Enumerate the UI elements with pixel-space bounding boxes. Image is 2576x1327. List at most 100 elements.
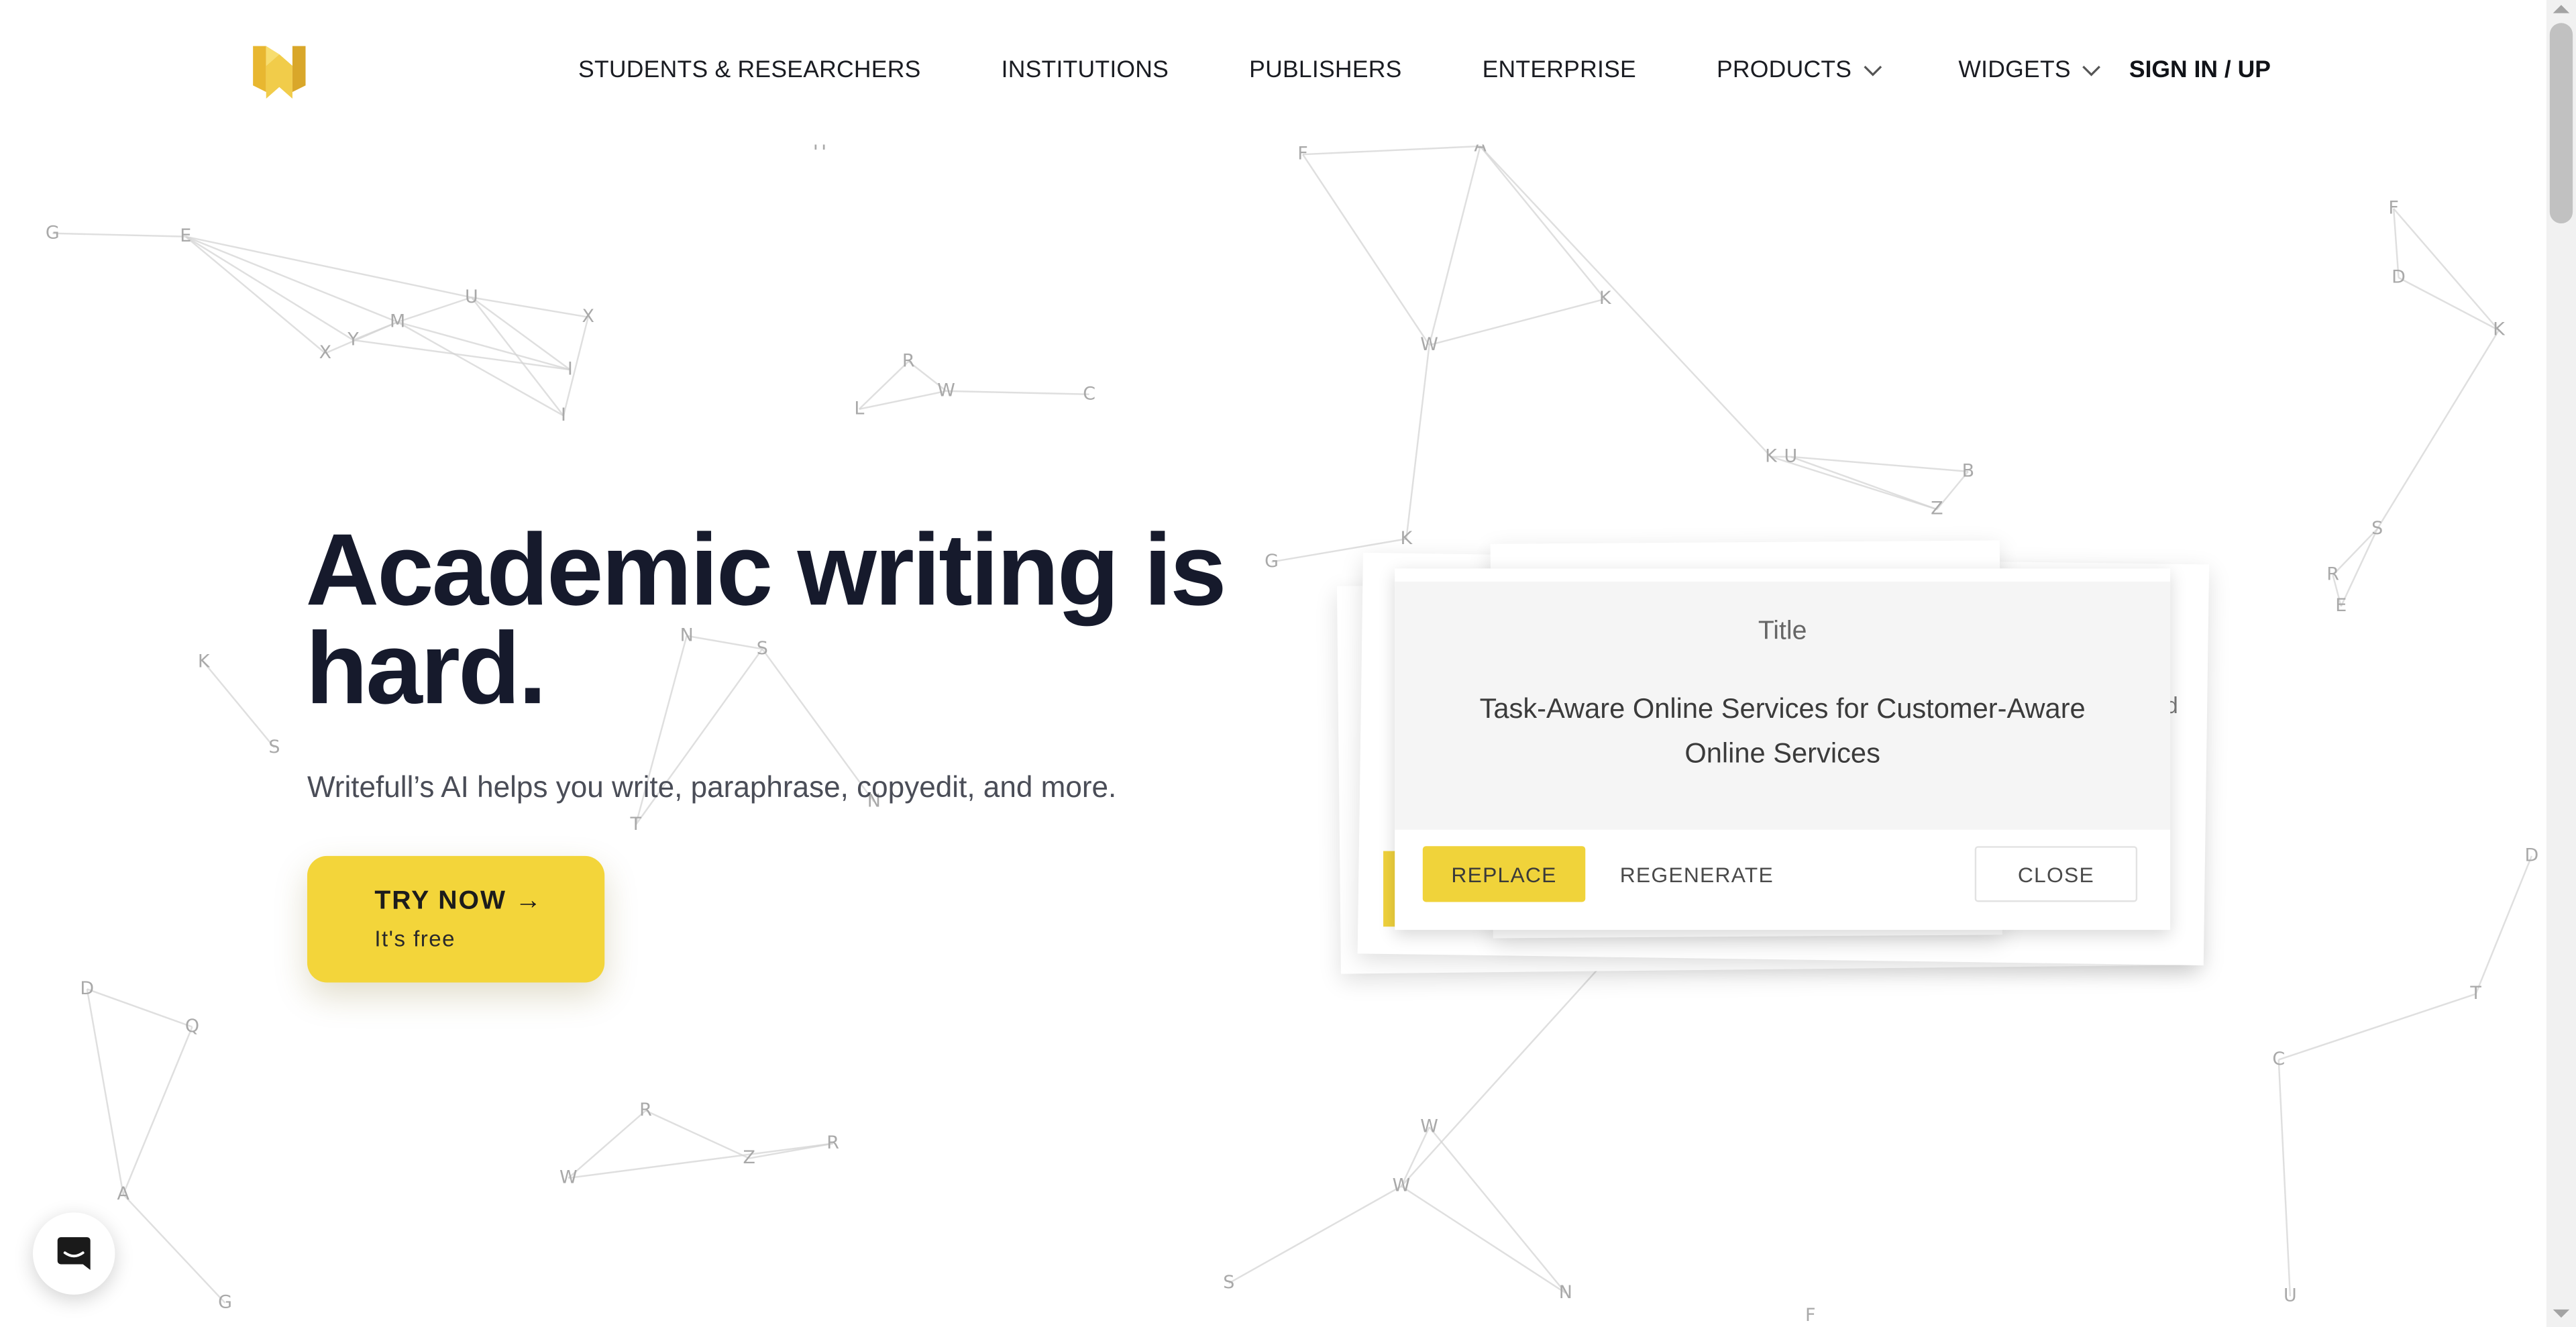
network-edge — [184, 235, 326, 354]
network-node-letter: B — [1962, 460, 1974, 481]
network-edge — [2277, 1059, 2292, 1297]
chat-bubble-icon — [57, 1237, 91, 1271]
hero-title: Academic writing is hard. — [306, 520, 1258, 721]
demo-card: Title Task-Aware Online Services for Cus… — [1395, 568, 2171, 931]
network-edge — [397, 321, 571, 371]
network-edge — [185, 235, 354, 341]
network-edge — [568, 1143, 833, 1179]
sign-in-link[interactable]: SIGN IN / UP — [2129, 58, 2271, 84]
header: STUDENTS & RESEARCHERS INSTITUTIONS PUBL… — [0, 0, 2546, 145]
network-edge — [2475, 855, 2533, 995]
network-node-letter: T — [630, 814, 642, 835]
network-edge — [1228, 1185, 1402, 1284]
stage: GEXYMUXIIRLWCFAKWKUBZFDKSREGKKSNSNTDQAGR… — [0, 0, 2576, 1327]
network-node-letter: X — [582, 306, 594, 327]
network-node-letter: D — [80, 978, 94, 999]
network-edge — [87, 988, 193, 1028]
network-edge — [2376, 329, 2500, 530]
network-node-letter: W — [1420, 1116, 1438, 1137]
network-node-letter: L — [854, 398, 864, 419]
regenerate-button[interactable]: REGENERATE — [1620, 846, 1774, 902]
network-edge — [86, 989, 124, 1195]
network-node-letter: F — [1805, 1305, 1816, 1326]
hero-subtitle: Writefull’s AI helps you write, paraphra… — [307, 770, 1117, 804]
network-edge — [1790, 456, 1937, 511]
network-edge — [568, 1110, 647, 1179]
network-edge — [645, 1110, 750, 1159]
network-node-letter: W — [1420, 334, 1438, 355]
network-edge — [2393, 208, 2500, 331]
nav-item-students-researchers[interactable]: STUDENTS & RESEARCHERS — [578, 58, 921, 84]
nav-item-label: WIDGETS — [1958, 57, 2071, 84]
network-edge — [2278, 993, 2477, 1061]
try-now-sublabel: It's free — [374, 926, 455, 951]
network-edge — [52, 232, 186, 237]
network-node-letter: G — [46, 222, 60, 243]
network-node-letter: W — [559, 1167, 578, 1187]
network-node-letter: S — [268, 737, 280, 757]
scroll-thumb[interactable] — [2549, 23, 2573, 224]
network-node-letter: I — [568, 359, 573, 380]
network-node-letter: N — [1559, 1282, 1572, 1303]
network-node-letter: S — [2371, 518, 2383, 539]
nav-item-enterprise[interactable]: ENTERPRISE — [1483, 58, 1636, 84]
network-node-letter: D — [2525, 845, 2539, 865]
network-node-letter: U — [1784, 445, 1798, 466]
network-node-letter: I — [561, 405, 566, 425]
network-node-letter: C — [2272, 1049, 2285, 1069]
writefull-w-logo-icon[interactable] — [250, 43, 309, 102]
close-button[interactable]: CLOSE — [1974, 846, 2138, 902]
nav-item-label: INSTITUTIONS — [1001, 57, 1169, 84]
nav-item-products[interactable]: PRODUCTS — [1717, 58, 1883, 84]
hero-title-line-2: hard. — [305, 613, 547, 727]
network-node-letter: U — [2284, 1285, 2297, 1306]
network-edge — [1428, 1126, 1566, 1294]
network-node-letter: R — [2326, 564, 2339, 585]
network-edge — [471, 297, 588, 318]
network-node-letter: E — [2335, 595, 2347, 616]
nav-item-institutions[interactable]: INSTITUTIONS — [1002, 58, 1169, 84]
network-node-letter: C — [1083, 383, 1095, 404]
network-edge — [946, 390, 1089, 395]
chevron-down-icon — [2083, 66, 2102, 76]
network-node-letter: S — [1223, 1272, 1234, 1293]
network-edge — [397, 321, 564, 417]
nav-item-label: STUDENTS & RESEARCHERS — [578, 57, 921, 84]
chat-widget-button[interactable] — [32, 1212, 115, 1295]
network-edge — [1401, 960, 1606, 1187]
nav-item-widgets[interactable]: WIDGETS — [1958, 58, 2102, 84]
network-node-letter: Z — [1931, 498, 1943, 519]
network-node-letter: E — [180, 225, 191, 246]
try-now-button[interactable]: TRY NOW → It's free — [307, 855, 605, 983]
page-scrollbar[interactable] — [2546, 0, 2576, 1327]
network-node-letter: K — [1400, 528, 1413, 549]
network-edge — [122, 1026, 193, 1195]
network-node-letter: W — [937, 380, 955, 401]
network-edge — [203, 661, 275, 749]
scroll-up-arrow-icon[interactable] — [2553, 5, 2570, 13]
demo-card-label: Title — [1758, 617, 1807, 646]
network-edge — [1302, 154, 1430, 346]
network-node-letter: W — [1393, 1175, 1411, 1196]
network-edge — [1428, 146, 1481, 346]
network-edge — [2332, 528, 2378, 576]
network-node-letter: M — [390, 311, 405, 332]
demo-card-suggestion: Task-Aware Online Services for Customer-… — [1479, 693, 2086, 769]
demo-card-body: Title Task-Aware Online Services for Cus… — [1395, 581, 2171, 830]
network-node-letter: X — [319, 342, 331, 363]
network-edge — [1401, 1185, 1566, 1294]
network-edge — [858, 360, 910, 410]
nav-item-label: ENTERPRISE — [1482, 57, 1636, 84]
nav-item-label: PUBLISHERS — [1249, 57, 1402, 84]
network-node-letter: A — [117, 1183, 129, 1204]
network-node-letter: U — [465, 286, 478, 307]
replace-button[interactable]: REPLACE — [1422, 846, 1586, 902]
network-node-letter: Q — [185, 1016, 199, 1037]
network-node-letter: Z — [743, 1147, 755, 1168]
network-node-letter: R — [639, 1100, 652, 1120]
page: GEXYMUXIIRLWCFAKWKUBZFDKSREGKKSNSNTDQAGR… — [0, 0, 2576, 1327]
network-node-letter: K — [1599, 288, 1612, 309]
scroll-down-arrow-icon[interactable] — [2553, 1309, 2570, 1318]
network-edge — [185, 235, 398, 323]
nav-item-publishers[interactable]: PUBLISHERS — [1249, 58, 1401, 84]
